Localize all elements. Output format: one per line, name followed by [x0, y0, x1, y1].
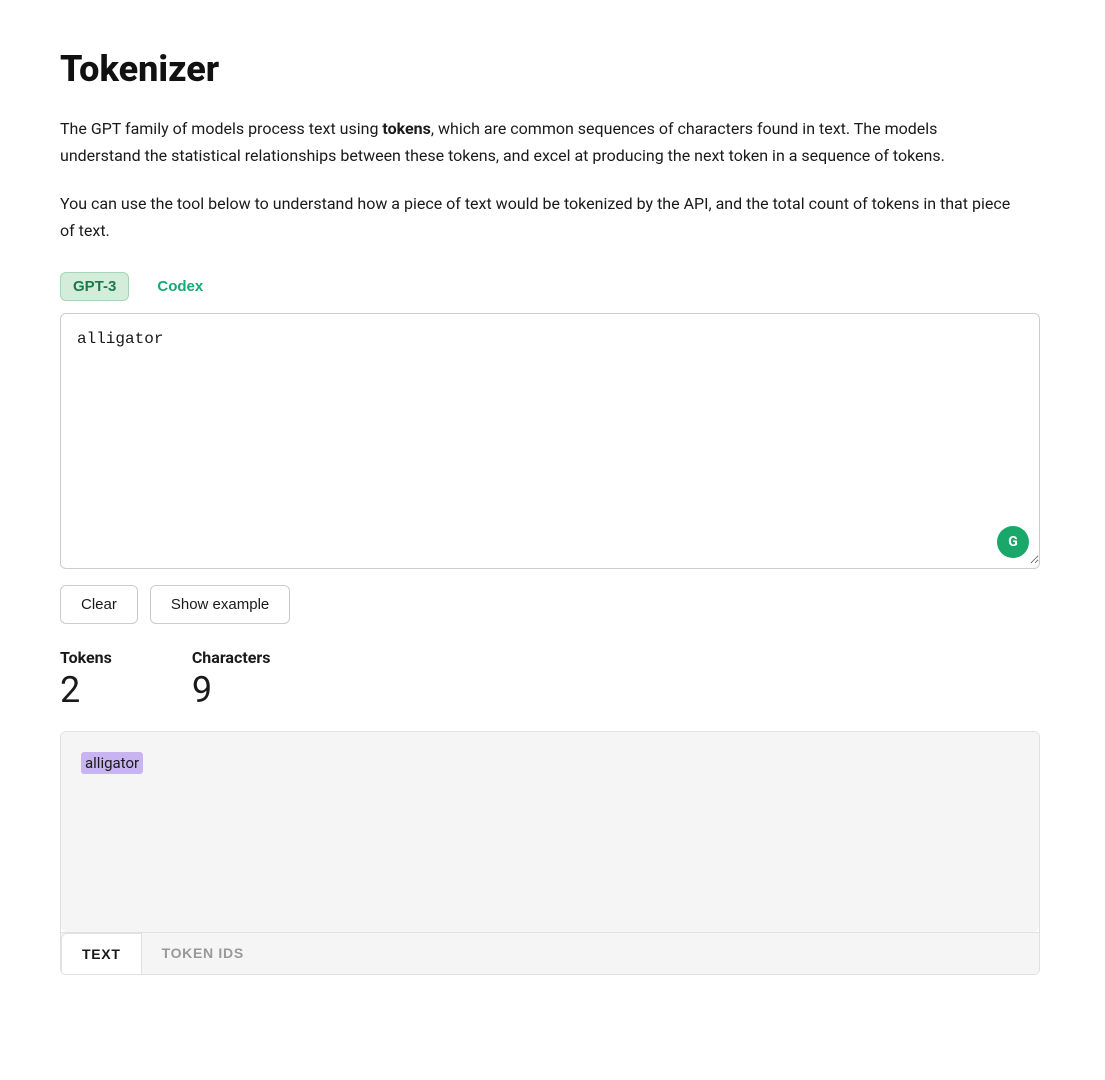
characters-value: 9 [192, 671, 271, 711]
description-paragraph-1: The GPT family of models process text us… [60, 115, 1020, 169]
view-tab-token-ids[interactable]: TOKEN IDS [142, 933, 264, 974]
page-title: Tokenizer [60, 48, 1045, 91]
description-paragraph-2: You can use the tool below to understand… [60, 190, 1020, 244]
view-tabs-row: TEXT TOKEN IDS [61, 932, 1039, 974]
show-example-button[interactable]: Show example [150, 585, 290, 624]
tab-codex[interactable]: Codex [145, 273, 215, 300]
tokenized-display: alligator [61, 732, 1039, 932]
tokens-bold: tokens [382, 119, 430, 138]
characters-label: Characters [192, 648, 271, 667]
text-input-wrapper: alligator G [60, 313, 1040, 569]
tokenized-container: alligator TEXT TOKEN IDS [60, 731, 1040, 975]
tokens-label: Tokens [60, 648, 112, 667]
action-buttons-row: Clear Show example [60, 585, 1040, 624]
grammarly-icon: G [997, 526, 1029, 558]
view-tab-text[interactable]: TEXT [61, 933, 142, 974]
clear-button[interactable]: Clear [60, 585, 138, 624]
tokens-value: 2 [60, 671, 112, 711]
tab-gpt3[interactable]: GPT-3 [60, 272, 129, 301]
tokens-stat: Tokens 2 [60, 648, 112, 711]
characters-stat: Characters 9 [192, 648, 271, 711]
bottom-section: alligator TEXT TOKEN IDS [60, 731, 1040, 975]
model-tabs: GPT-3 Codex [60, 272, 1045, 301]
stats-row: Tokens 2 Characters 9 [60, 648, 1045, 711]
description-block-2: You can use the tool below to understand… [60, 190, 1045, 244]
token-alligator: alligator [81, 752, 143, 774]
description-text-before-bold: The GPT family of models process text us… [60, 119, 382, 138]
text-input[interactable]: alligator [61, 314, 1039, 564]
description-block-1: The GPT family of models process text us… [60, 115, 1045, 169]
